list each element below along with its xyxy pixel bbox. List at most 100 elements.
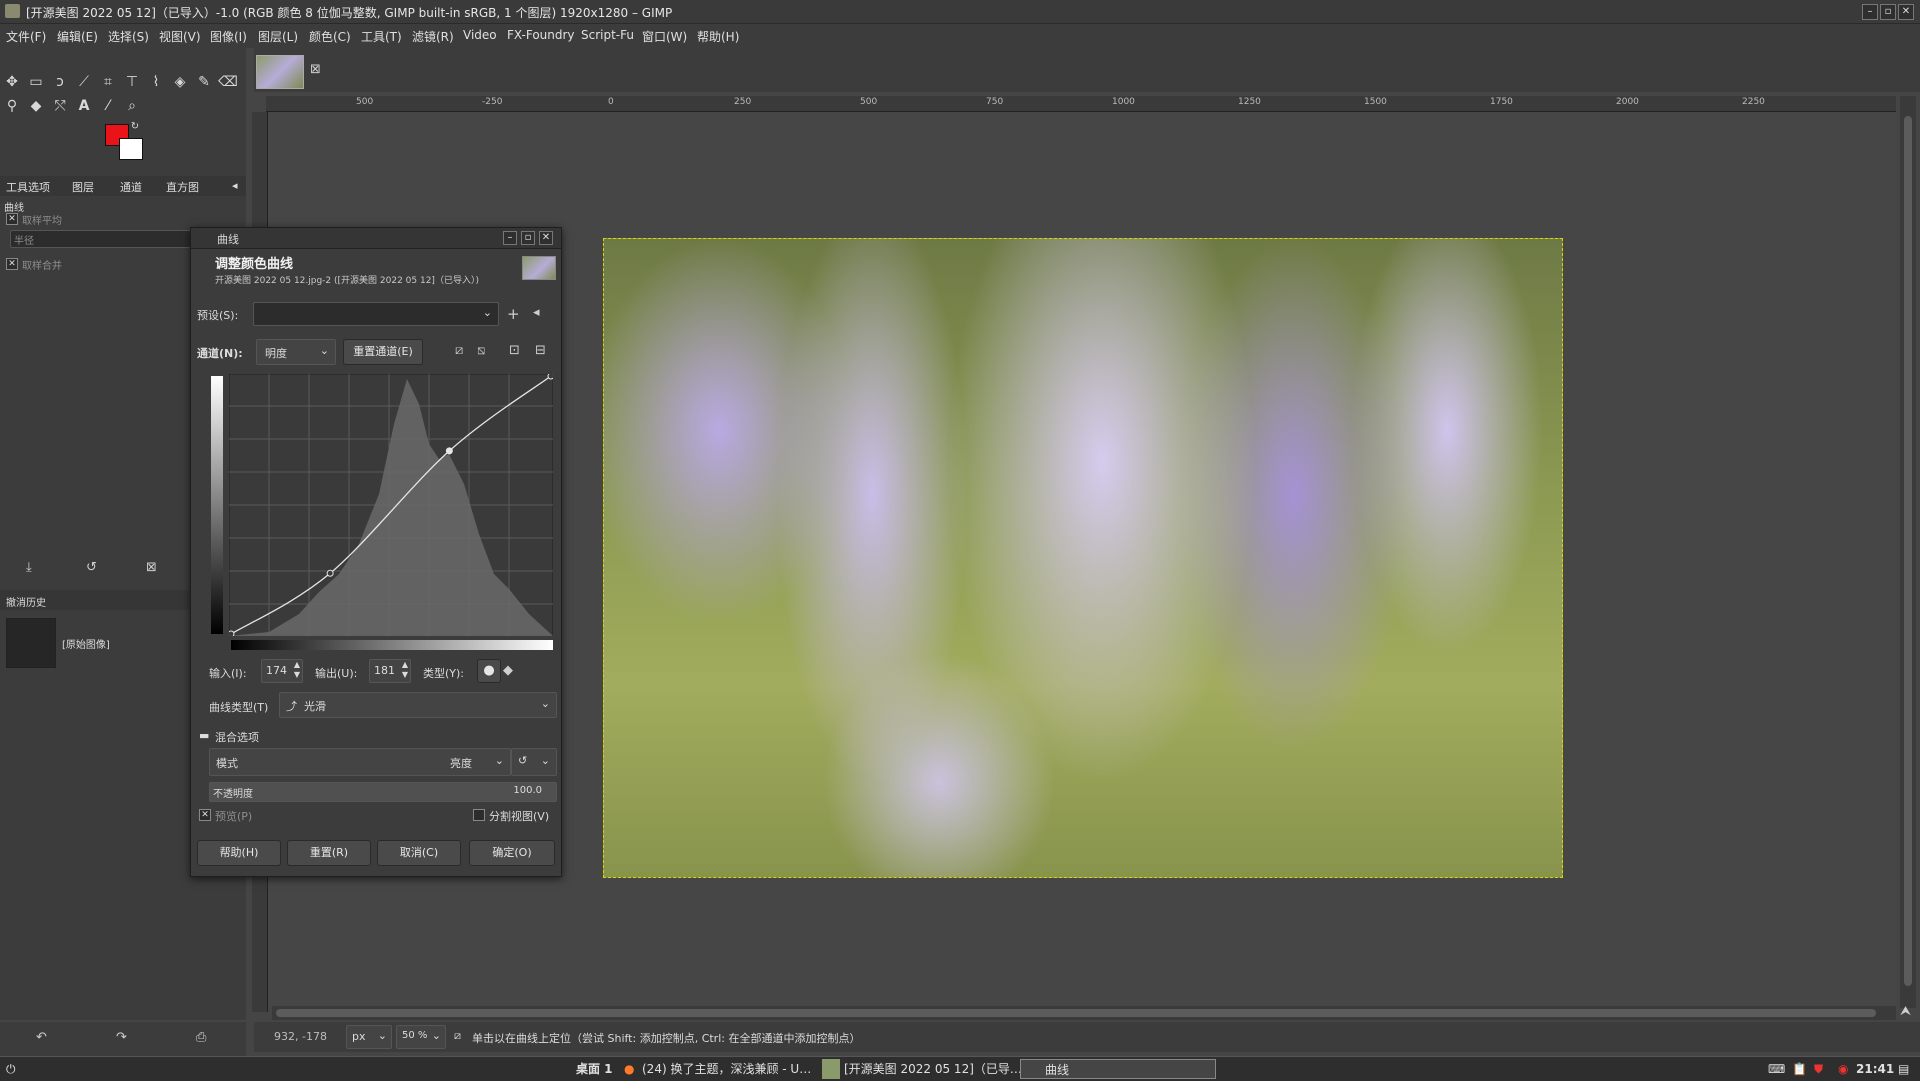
linear-histogram-icon[interactable]: ⧄	[455, 343, 463, 358]
menu-colors[interactable]: 颜色(C)	[309, 28, 351, 45]
crop-icon[interactable]: ⌗	[98, 72, 118, 92]
unit-combo[interactable]: px ⌄	[346, 1025, 392, 1049]
lasso-icon[interactable]: ↄ	[50, 72, 70, 92]
volume-icon[interactable]: ◉	[1838, 1059, 1848, 1079]
horizontal-scroll-thumb[interactable]	[276, 1009, 1876, 1017]
clipboard-icon[interactable]: 📋	[1792, 1059, 1807, 1079]
smudge-icon[interactable]: ◆	[26, 96, 46, 116]
taskbar-item-browser[interactable]: (24) 换了主题，深浅兼顾 - U…	[642, 1059, 811, 1079]
menu-layer[interactable]: 图层(L)	[258, 28, 298, 45]
keyboard-icon[interactable]: ⌨	[1768, 1059, 1785, 1079]
paintbrush-icon[interactable]: ✎	[194, 72, 214, 92]
close-image-tab-icon[interactable]: ⊠	[310, 62, 321, 77]
undo-item[interactable]: [原始图像]	[62, 636, 110, 651]
sample-merged-checkbox[interactable]: ✕	[6, 258, 18, 270]
taskbar-item-curves[interactable]: 曲线	[1020, 1059, 1216, 1079]
menu-video[interactable]: Video	[463, 28, 497, 42]
menu-edit[interactable]: 编辑(E)	[57, 28, 98, 45]
reset-channel-button[interactable]: 重置通道(E)	[343, 339, 423, 365]
reset-button[interactable]: 重置(R)	[287, 840, 371, 866]
mode-combo[interactable]: 模式 亮度 ⌄	[209, 748, 511, 776]
add-preset-icon[interactable]: +	[507, 305, 520, 323]
corner-point-icon[interactable]: ◆	[503, 663, 513, 678]
menu-help[interactable]: 帮助(H)	[697, 28, 739, 45]
curve-control-point[interactable]	[229, 630, 235, 636]
menu-script-fu[interactable]: Script-Fu	[581, 28, 634, 42]
spinner-down-icon[interactable]: ▼	[294, 670, 300, 679]
folder-icon[interactable]: ▤	[1898, 1059, 1909, 1079]
fuzzy-select-icon[interactable]: ⟋	[74, 72, 94, 92]
menu-fx-foundry[interactable]: FX-Foundry	[507, 28, 575, 42]
maximize-icon[interactable]: ▫	[1880, 4, 1896, 20]
menu-select[interactable]: 选择(S)	[108, 28, 149, 45]
color-picker-icon[interactable]: ⁄	[98, 96, 118, 116]
curve-graph[interactable]	[229, 374, 553, 636]
horizontal-scrollbar[interactable]	[272, 1006, 1896, 1020]
swap-colors-icon[interactable]: ↻	[128, 120, 142, 134]
clone-icon[interactable]: ⚲	[2, 96, 22, 116]
restore-options-icon[interactable]: ↺	[86, 560, 97, 575]
log-histogram-icon[interactable]: ⧅	[477, 343, 485, 358]
ok-button[interactable]: 确定(O)	[469, 840, 555, 866]
menu-tools[interactable]: 工具(T)	[361, 28, 402, 45]
input-spinner[interactable]: 174 ▲ ▼	[261, 659, 303, 683]
delete-options-icon[interactable]: ⊠	[146, 560, 157, 575]
rect-select-icon[interactable]: ▭	[26, 72, 46, 92]
menu-windows[interactable]: 窗口(W)	[642, 28, 687, 45]
transform-icon[interactable]: ⊤	[122, 72, 142, 92]
help-button[interactable]: 帮助(H)	[197, 840, 281, 866]
warp-icon[interactable]: ⌇	[146, 72, 166, 92]
save-options-icon[interactable]: ⤓	[26, 560, 32, 575]
spinner-up-icon[interactable]: ▲	[402, 660, 408, 669]
wisteria-photo[interactable]	[603, 238, 1563, 878]
split-view-checkbox[interactable]	[473, 809, 485, 821]
paths-icon[interactable]: ⤲	[50, 96, 70, 116]
spinner-down-icon[interactable]: ▼	[402, 670, 408, 679]
curve-type-combo[interactable]: ⤴ 光滑 ⌄	[279, 692, 557, 718]
zoom-icon[interactable]: ⌕	[122, 96, 142, 116]
preset-menu-icon[interactable]: ◂	[533, 305, 540, 320]
menu-image[interactable]: 图像(I)	[210, 28, 247, 45]
taskbar-power-icon[interactable]: ⏻	[6, 1059, 16, 1079]
menu-filters[interactable]: 滤镜(R)	[412, 28, 454, 45]
redo-icon[interactable]: ↷	[116, 1030, 127, 1045]
curve-control-point[interactable]	[547, 374, 553, 380]
smooth-point-icon[interactable]: ●	[477, 659, 501, 683]
tab-tool-options[interactable]: 工具选项	[6, 179, 50, 195]
tab-histogram[interactable]: 直方图	[166, 179, 199, 195]
undo-icon[interactable]: ↶	[36, 1030, 47, 1045]
bucket-fill-icon[interactable]: ◈	[170, 72, 190, 92]
menu-view[interactable]: 视图(V)	[159, 28, 201, 45]
taskbar-item-gimp[interactable]: [开源美图 2022 05 12]（已导…	[844, 1059, 1022, 1079]
sample-average-checkbox[interactable]: ✕	[6, 213, 18, 225]
clear-history-icon[interactable]: ⎙	[196, 1030, 206, 1045]
undo-history-tab[interactable]: 撤消历史	[6, 594, 46, 609]
eraser-icon[interactable]: ⌫	[218, 72, 238, 92]
update-icon[interactable]: ⛊	[1814, 1059, 1823, 1079]
cancel-button[interactable]: 取消(C)	[377, 840, 461, 866]
presets-combo[interactable]: ⌄	[253, 302, 499, 326]
tab-channels[interactable]: 通道	[120, 179, 142, 195]
dialog-maximize-icon[interactable]: ▫	[521, 231, 535, 245]
curve-control-point[interactable]	[326, 569, 334, 577]
split-view-icon[interactable]: ⊟	[535, 343, 546, 358]
collapse-icon[interactable]: ▬	[199, 729, 209, 742]
move-tool-icon[interactable]: ✥	[2, 72, 22, 92]
navigate-icon[interactable]: ⮝	[1900, 1004, 1911, 1019]
output-spinner[interactable]: 181 ▲ ▼	[369, 659, 411, 683]
composite-mode-combo[interactable]: ↺ ⌄	[511, 748, 557, 776]
preview-checkbox[interactable]: ✕	[199, 809, 211, 821]
image-view-icon[interactable]: ⊡	[509, 343, 520, 358]
close-icon[interactable]: ✕	[1898, 4, 1914, 20]
dock-menu-icon[interactable]: ◂	[232, 179, 238, 192]
image-tab-thumbnail[interactable]	[256, 55, 304, 89]
dialog-minimize-icon[interactable]: –	[503, 231, 517, 245]
opacity-slider[interactable]: 不透明度 100.0	[209, 782, 557, 802]
text-tool-icon[interactable]: A	[74, 96, 94, 116]
minimize-icon[interactable]: –	[1862, 4, 1878, 20]
background-color[interactable]	[119, 138, 143, 160]
spinner-up-icon[interactable]: ▲	[294, 660, 300, 669]
vertical-scroll-thumb[interactable]	[1904, 116, 1912, 986]
menu-file[interactable]: 文件(F)	[6, 28, 46, 45]
desktop-label[interactable]: 桌面 1	[576, 1059, 613, 1079]
